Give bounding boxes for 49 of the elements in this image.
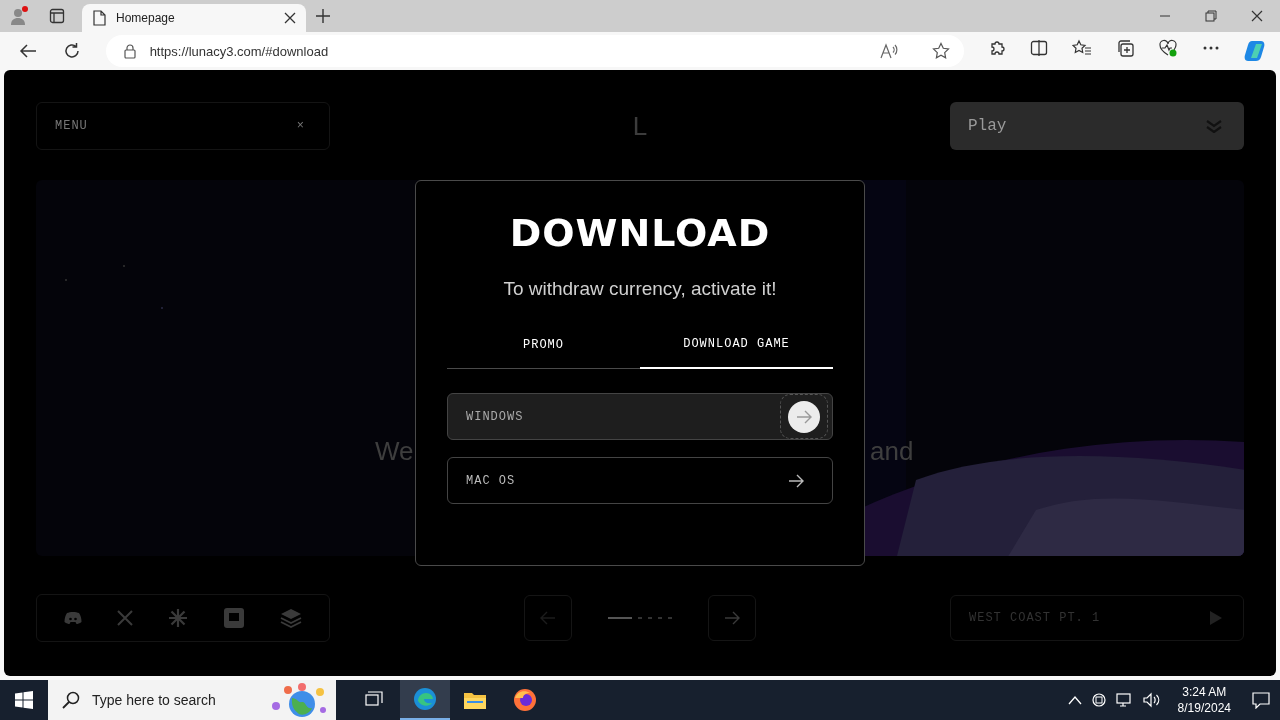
windows-icon[interactable] xyxy=(15,691,33,709)
lock-icon xyxy=(123,43,136,59)
taskbar-clock[interactable]: 3:24 AM 8/19/2024 xyxy=(1177,684,1231,716)
chevron-up-icon[interactable] xyxy=(1067,695,1082,705)
task-view-icon[interactable] xyxy=(365,691,385,709)
arrow-right-icon xyxy=(724,611,740,625)
menu-button[interactable]: MENU × xyxy=(36,102,330,150)
play-dropdown[interactable]: Play xyxy=(950,102,1244,150)
taskbar-app[interactable] xyxy=(400,680,450,720)
refresh-icon[interactable] xyxy=(62,42,81,60)
hero-text: and xyxy=(870,436,914,467)
extensions-icon[interactable] xyxy=(988,39,1006,57)
network-icon[interactable] xyxy=(1115,692,1134,708)
tab-actions-icon[interactable] xyxy=(49,8,65,24)
split-screen-icon[interactable] xyxy=(1030,39,1048,57)
browser-tab[interactable]: Homepage xyxy=(82,4,306,32)
taskbar-search[interactable]: Type here to search xyxy=(48,680,336,720)
read-aloud-icon[interactable] xyxy=(880,43,898,59)
arrow-right-icon[interactable] xyxy=(788,473,804,488)
download-option[interactable]: WINDOWS xyxy=(447,393,833,440)
play-icon xyxy=(1209,610,1223,626)
close-icon[interactable] xyxy=(284,12,296,24)
meet-icon[interactable] xyxy=(1090,692,1107,708)
profile-icon[interactable] xyxy=(9,6,29,26)
page-icon xyxy=(92,10,106,26)
hero-text: We xyxy=(375,436,414,467)
download-option[interactable]: MAC OS xyxy=(447,457,833,504)
modal-tab[interactable]: PROMO xyxy=(447,329,640,369)
search-icon xyxy=(62,691,80,709)
folder-icon[interactable] xyxy=(463,690,487,710)
notifications-icon[interactable] xyxy=(1252,691,1270,709)
star-icon[interactable] xyxy=(932,42,950,60)
dialog-title: DOWNLOAD xyxy=(509,213,771,253)
edge-icon[interactable] xyxy=(413,687,437,711)
new-tab-icon[interactable] xyxy=(316,9,330,23)
address-bar[interactable]: https://lunacy3.com/#download xyxy=(105,35,964,67)
back-icon[interactable] xyxy=(18,43,37,59)
health-icon[interactable] xyxy=(1158,39,1178,57)
arrow-left-icon xyxy=(540,611,556,625)
arrow-right-icon[interactable] xyxy=(788,400,820,433)
collections-icon[interactable] xyxy=(1116,39,1134,57)
firefox-icon[interactable] xyxy=(513,688,537,712)
restore-icon[interactable] xyxy=(1205,10,1217,22)
favorites-icon[interactable] xyxy=(1072,39,1092,57)
close-icon[interactable] xyxy=(1251,10,1263,22)
modal-tab[interactable]: DOWNLOAD GAME xyxy=(640,329,833,369)
chevron-icon xyxy=(1206,119,1222,133)
dialog-subtitle: To withdraw currency, activate it! xyxy=(502,277,778,301)
volume-icon[interactable] xyxy=(1142,692,1161,708)
